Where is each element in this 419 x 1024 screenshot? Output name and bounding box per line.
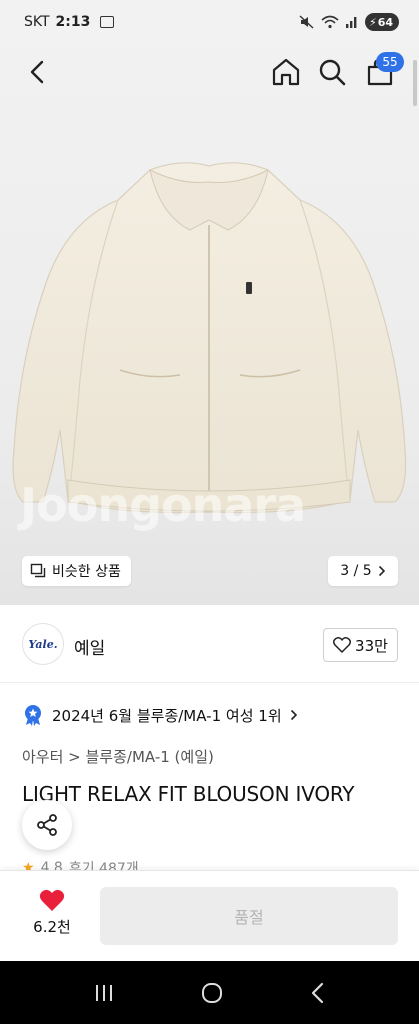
category-breadcrumb[interactable]: 아우터 > 블루종/MA-1 (예일) [22, 746, 214, 767]
charging-icon: ⚡ [368, 15, 377, 29]
clock: 2:13 [55, 14, 91, 30]
brand-section[interactable]: Yale. 예일 33만 [0, 605, 419, 683]
battery-indicator: ⚡ 64 [364, 13, 399, 31]
wishlist-button[interactable]: 6.2천 [22, 889, 82, 937]
share-button[interactable] [22, 800, 72, 850]
brand-name[interactable]: 예일 [74, 634, 105, 659]
status-bar: SKT 2:13 ⚡ 64 [0, 0, 419, 44]
brand-logo[interactable]: Yale. [22, 623, 64, 665]
top-navigation: 55 [0, 44, 419, 100]
copy-icon [30, 563, 46, 578]
battery-level: 64 [377, 15, 393, 29]
ranking-badge-icon [25, 705, 41, 726]
wishlist-count: 6.2천 [33, 918, 71, 936]
system-navigation-bar [0, 961, 419, 1024]
brand-like-button[interactable]: 33만 [323, 628, 398, 662]
heart-filled-icon [39, 889, 65, 911]
similar-products-label: 비슷한 상품 [52, 564, 121, 580]
wifi-icon [321, 15, 339, 29]
soldout-button[interactable]: 품절 [100, 887, 398, 945]
search-icon[interactable] [316, 56, 348, 88]
screen-record-icon [100, 16, 115, 28]
recent-apps-icon[interactable] [93, 983, 115, 1003]
signal-icon [345, 15, 359, 29]
chevron-right-icon [378, 565, 385, 577]
share-icon [37, 814, 57, 836]
watermark-text: Joongonara [20, 478, 306, 532]
back-button-icon[interactable] [310, 982, 326, 1004]
ranking-text: 2024년 6월 블루종/MA-1 여성 1위 [52, 706, 282, 725]
page-indicator: 3 / 5 [340, 563, 372, 579]
home-icon[interactable] [270, 56, 302, 88]
product-title: LIGHT RELAX FIT BLOUSON IVORY [22, 782, 355, 806]
heart-outline-icon [333, 637, 352, 653]
back-arrow-icon[interactable] [24, 58, 52, 86]
mute-icon [299, 15, 315, 29]
carrier-label: SKT [24, 14, 50, 30]
scrollbar[interactable] [413, 60, 417, 106]
brand-like-count: 33만 [355, 636, 388, 655]
chevron-right-icon [290, 709, 297, 721]
image-pager-button[interactable]: 3 / 5 [328, 556, 398, 586]
ranking-link[interactable]: 2024년 6월 블루종/MA-1 여성 1위 [22, 704, 298, 726]
cart-count-badge: 55 [376, 52, 404, 72]
similar-products-button[interactable]: 비슷한 상품 [22, 556, 131, 586]
purchase-bar: 6.2천 품절 [0, 870, 419, 961]
home-button-icon[interactable] [200, 981, 224, 1005]
product-detail-screen: Joongonara 비슷한 상품 3 / 5 SKT 2:13 ⚡ 64 55… [0, 0, 419, 1024]
